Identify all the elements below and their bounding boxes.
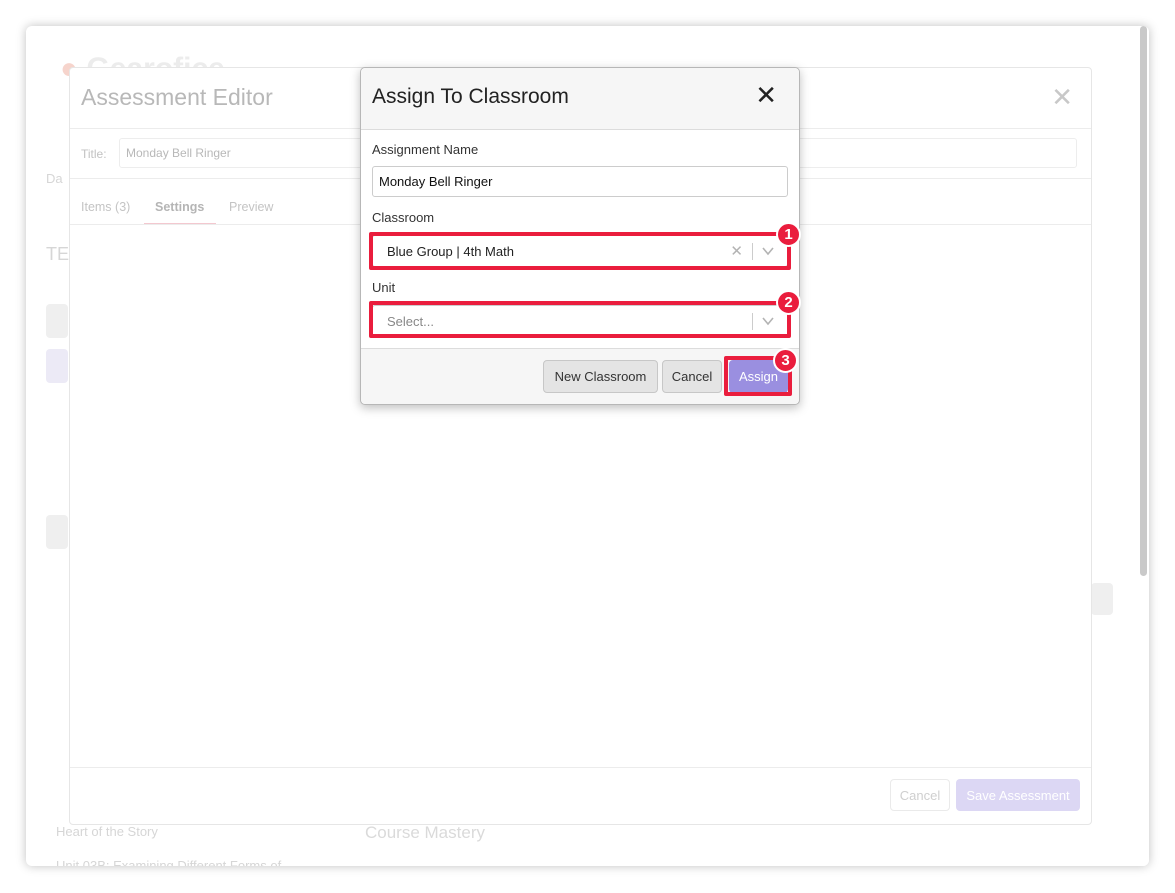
tab-items[interactable]: Items (3) [81,200,130,214]
scrollbar-thumb[interactable] [1140,26,1147,576]
step-badge-3: 3 [773,348,798,373]
cancel-button[interactable]: Cancel [662,360,722,393]
highlight-unit [369,301,791,338]
editor-cancel-button[interactable]: Cancel [890,779,950,811]
bg-card [1091,583,1113,615]
close-icon[interactable]: ✕ [755,82,777,108]
assignment-name-label: Assignment Name [372,142,479,157]
modal-header: Assign To Classroom ✕ [361,68,799,130]
divider [70,767,1091,768]
bg-card [46,304,68,338]
step-badge-1: 1 [776,222,801,247]
modal-title: Assign To Classroom [372,85,569,108]
editor-title: Assessment Editor [81,84,273,110]
bg-text: Heart of the Story [56,824,158,839]
bg-card [46,349,68,383]
unit-label: Unit [372,280,396,295]
course-mastery-heading: Course Mastery [365,823,485,842]
close-icon[interactable]: ✕ [1051,82,1073,113]
tab-preview[interactable]: Preview [229,200,273,214]
assignment-name-input[interactable] [372,166,788,197]
title-label: Title: [81,147,107,161]
bg-card [46,515,68,549]
step-badge-2: 2 [776,290,801,315]
bg-text: Da [46,171,63,186]
scrollbar[interactable] [1137,26,1149,866]
tab-settings[interactable]: Settings [155,200,204,214]
save-assessment-button[interactable]: Save Assessment [956,779,1080,811]
classroom-label: Classroom [372,210,435,225]
bg-text: Unit 03B: Examining Different Forms of [56,858,282,866]
new-classroom-button[interactable]: New Classroom [543,360,658,393]
bg-text: TE [46,244,70,264]
highlight-classroom [369,232,791,270]
